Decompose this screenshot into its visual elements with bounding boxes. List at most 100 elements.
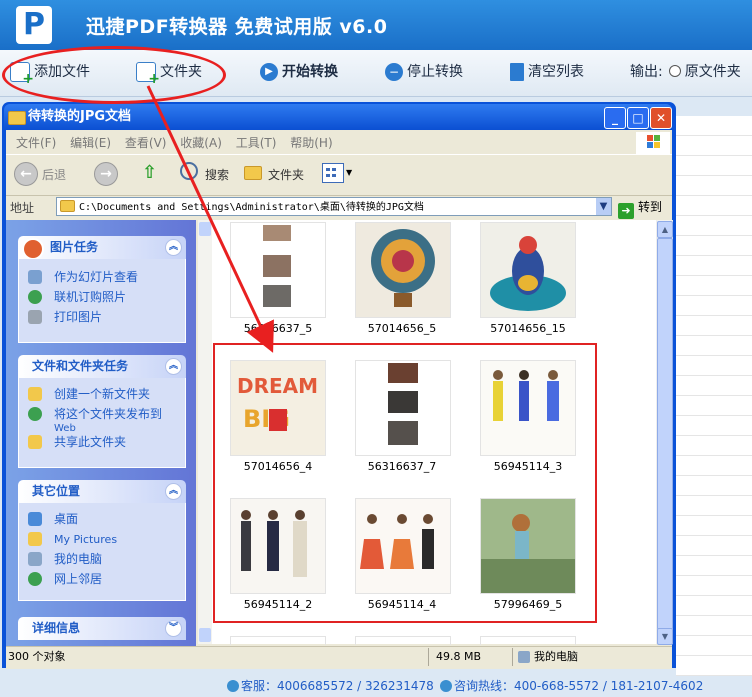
- task-print[interactable]: 打印图片: [28, 310, 102, 325]
- panel-other-places-header[interactable]: 其它位置 ︽: [18, 480, 186, 503]
- annotation-oval: [2, 46, 226, 104]
- file-thumbnail: [480, 636, 576, 645]
- menu-tools[interactable]: 工具(T): [236, 132, 277, 154]
- place-my-computer[interactable]: 我的电脑: [28, 552, 102, 567]
- my-computer-icon: [28, 552, 42, 566]
- trash-icon: [510, 63, 524, 81]
- output-label: 输出:: [630, 64, 663, 80]
- task-order-prints[interactable]: 联机订购照片: [28, 290, 126, 305]
- back-arrow-icon[interactable]: ←: [14, 162, 38, 186]
- left-scroll-up[interactable]: [199, 222, 211, 236]
- task-new-folder[interactable]: 创建一个新文件夹: [28, 387, 150, 402]
- clear-list-button[interactable]: 清空列表: [510, 60, 584, 84]
- menu-view[interactable]: 查看(V): [125, 132, 167, 154]
- file-thumbnail: [355, 636, 451, 645]
- status-location: 我的电脑: [534, 650, 578, 663]
- go-arrow-icon: ➜: [618, 203, 634, 219]
- views-dropdown-icon[interactable]: ▼: [346, 168, 352, 177]
- panel-file-tasks-header[interactable]: 文件和文件夹任务 ︽: [18, 355, 186, 378]
- slideshow-icon: [28, 270, 42, 284]
- go-label: 转到: [638, 200, 663, 214]
- menu-edit[interactable]: 编辑(E): [70, 132, 111, 154]
- search-button-label[interactable]: 搜索: [205, 166, 229, 183]
- my-computer-icon: [518, 651, 530, 663]
- menu-bar: 文件(F) 编辑(E) 查看(V) 收藏(A) 工具(T) 帮助(H): [6, 132, 672, 154]
- scroll-down-arrow-icon[interactable]: ▼: [657, 628, 673, 645]
- globe-icon: [28, 290, 42, 304]
- task-publish-web[interactable]: 将这个文件夹发布到: [28, 407, 162, 422]
- file-thumbnail[interactable]: [230, 222, 326, 318]
- views-icon[interactable]: [322, 163, 344, 183]
- selection-highlight: [213, 343, 597, 623]
- place-desktop[interactable]: 桌面: [28, 512, 78, 527]
- file-name[interactable]: 56316637_5: [218, 322, 338, 335]
- go-button[interactable]: ➜ 转到: [618, 198, 662, 219]
- play-icon: ▶: [260, 63, 278, 81]
- file-thumbnail[interactable]: [355, 222, 451, 318]
- qq-icon: [227, 680, 239, 692]
- stop-convert-label: 停止转换: [407, 64, 463, 80]
- panel-file-tasks-title: 文件和文件夹任务: [32, 359, 129, 373]
- file-name[interactable]: 57014656_5: [342, 322, 462, 335]
- output-setting: 输出: 原文件夹: [630, 60, 741, 84]
- close-button[interactable]: ✕: [650, 107, 672, 129]
- new-folder-icon: [28, 387, 42, 401]
- menu-favorites[interactable]: 收藏(A): [180, 132, 222, 154]
- network-icon: [28, 572, 42, 586]
- back-label[interactable]: 后退: [42, 166, 66, 183]
- folders-icon: [244, 166, 262, 183]
- output-radio[interactable]: [668, 65, 681, 77]
- my-pictures-icon: [28, 532, 42, 546]
- file-list-grid: [676, 116, 752, 676]
- scroll-up-arrow-icon[interactable]: ▲: [657, 221, 673, 238]
- chevron-up-icon[interactable]: ︽: [165, 483, 182, 500]
- panel-details-header[interactable]: 详细信息 ︾: [18, 617, 186, 640]
- output-option-label: 原文件夹: [684, 64, 741, 80]
- left-scroll-track: [198, 220, 212, 644]
- task-publish-web-cont[interactable]: Web: [30, 421, 76, 436]
- place-my-pictures[interactable]: My Pictures: [28, 532, 117, 547]
- file-thumbnail: [230, 636, 326, 645]
- explorer-title: 待转换的JPG文档: [28, 109, 132, 124]
- panel-details-title: 详细信息: [32, 621, 81, 635]
- clear-list-label: 清空列表: [528, 64, 584, 80]
- menu-file[interactable]: 文件(F): [16, 132, 56, 154]
- file-name[interactable]: 57014656_15: [468, 322, 588, 335]
- minimize-button[interactable]: _: [604, 107, 626, 129]
- left-scroll-down[interactable]: [199, 628, 211, 642]
- picture-tasks-icon: [22, 238, 44, 260]
- desktop-icon: [28, 512, 42, 526]
- share-folder-icon: [28, 435, 42, 449]
- address-input[interactable]: C:\Documents and Settings\Administrator\…: [56, 197, 612, 216]
- up-folder-icon[interactable]: ⇧: [142, 162, 164, 184]
- folders-button-label[interactable]: 文件夹: [268, 166, 304, 183]
- maximize-button[interactable]: □: [627, 107, 649, 129]
- place-network[interactable]: 网上邻居: [28, 572, 102, 587]
- chevron-up-icon[interactable]: ︽: [165, 358, 182, 375]
- file-thumbnail[interactable]: [480, 222, 576, 318]
- panel-picture-tasks-title: 图片任务: [50, 240, 99, 254]
- task-slideshow[interactable]: 作为幻灯片查看: [28, 270, 138, 285]
- status-object-count: 300 个对象: [8, 650, 66, 663]
- status-divider: [428, 648, 429, 666]
- search-icon[interactable]: [180, 162, 198, 180]
- address-label: 地址: [10, 201, 35, 215]
- publish-icon: [28, 407, 42, 421]
- folder-icon: [8, 111, 26, 125]
- task-share-folder[interactable]: 共享此文件夹: [28, 435, 126, 450]
- scroll-thumb[interactable]: [657, 238, 673, 630]
- chevron-up-icon[interactable]: ︽: [165, 239, 182, 256]
- hotline: 咨询热线：400-668-5572 / 181-2107-4602: [440, 676, 703, 697]
- windows-logo-icon: [636, 132, 670, 154]
- stop-convert-button[interactable]: − 停止转换: [385, 60, 463, 84]
- qq-icon: [440, 680, 452, 692]
- forward-arrow-icon[interactable]: →: [94, 162, 118, 186]
- status-size: 49.8 MB: [436, 650, 482, 663]
- address-dropdown-icon[interactable]: ▼: [596, 198, 611, 215]
- customer-service[interactable]: 客服：4006685572 / 326231478: [227, 676, 434, 697]
- panel-picture-tasks-header[interactable]: 图片任务 ︽: [18, 236, 186, 260]
- chevron-down-icon[interactable]: ︾: [165, 620, 182, 637]
- menu-help[interactable]: 帮助(H): [290, 132, 332, 154]
- start-convert-button[interactable]: ▶ 开始转换: [260, 60, 338, 84]
- app-title: 迅捷PDF转换器 免费试用版 v6.0: [86, 16, 388, 38]
